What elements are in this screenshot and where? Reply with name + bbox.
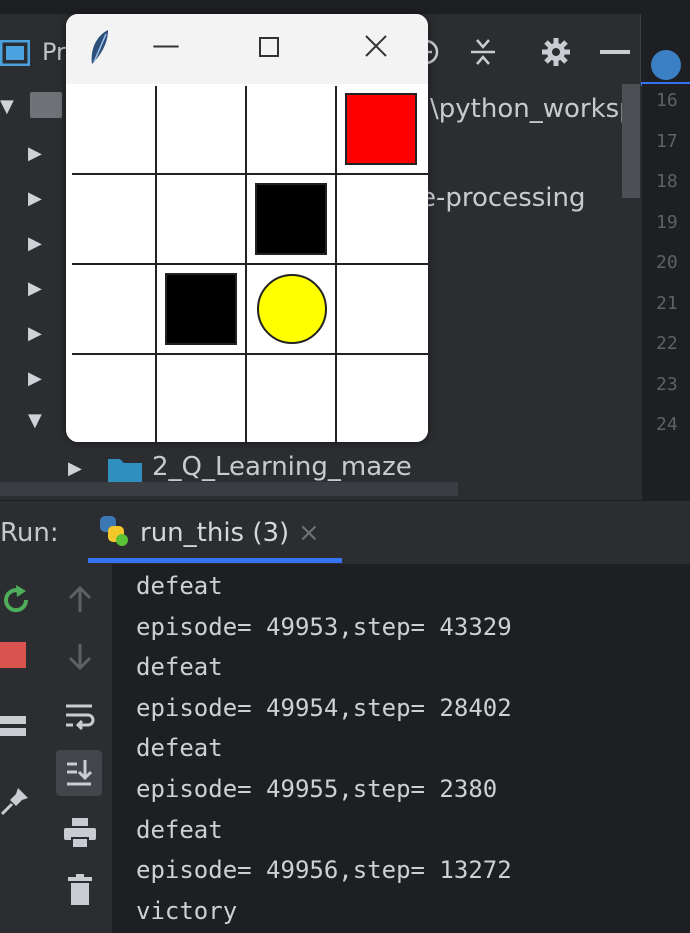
agent-circle — [257, 274, 327, 344]
line-number: 16 — [656, 90, 678, 111]
console-line: victory — [136, 896, 238, 925]
editor-gutter: 16 17 18 19 20 21 22 23 24 — [642, 84, 690, 500]
run-tab-active-indicator — [88, 558, 342, 563]
console-line: episode= 49953,step= 43329 — [136, 612, 512, 641]
run-panel-label: Run: — [0, 518, 59, 548]
minimize-icon[interactable]: — — [152, 28, 180, 61]
pin-icon[interactable] — [0, 786, 30, 816]
python-icon — [100, 516, 128, 546]
tk-title-bar[interactable]: — — [66, 14, 428, 84]
obstacle-cell — [165, 273, 237, 345]
line-number: 17 — [656, 130, 678, 152]
line-number: 18 — [656, 171, 678, 192]
line-number: 19 — [656, 211, 678, 233]
console-line: episode= 49956,step= 13272 — [136, 856, 512, 885]
collapse-all-icon[interactable] — [468, 36, 498, 68]
window-top-strip — [0, 0, 690, 14]
tree-item-maze[interactable]: 2_Q_Learning_maze — [152, 452, 412, 482]
console-line: defeat — [136, 734, 223, 763]
tree-arrow-expanded-icon[interactable]: ▼ — [28, 410, 42, 431]
tree-arrow-collapsed-icon[interactable]: ▶ — [28, 143, 42, 164]
close-icon[interactable] — [364, 34, 388, 58]
feather-icon — [91, 30, 108, 64]
run-left-toolbar — [0, 564, 48, 933]
project-panel-label[interactable]: Pr — [42, 38, 66, 66]
soft-wrap-icon[interactable] — [64, 700, 96, 732]
rerun-icon[interactable] — [0, 584, 32, 616]
scroll-to-end-button[interactable] — [56, 750, 102, 796]
line-number: 23 — [656, 373, 678, 395]
tree-arrow-collapsed-icon[interactable]: ▶ — [68, 458, 82, 479]
maze-canvas[interactable] — [72, 86, 428, 442]
line-number: 21 — [656, 292, 678, 314]
run-tab-label[interactable]: run_this (3) — [140, 518, 289, 548]
line-number: 22 — [656, 333, 678, 354]
editor-tab[interactable] — [640, 14, 690, 86]
vertical-scrollbar[interactable] — [622, 84, 640, 198]
tree-arrow-collapsed-icon[interactable]: ▶ — [28, 233, 42, 254]
close-tab-icon[interactable]: × — [298, 518, 320, 548]
hide-panel-icon[interactable] — [600, 48, 630, 56]
tree-arrow-collapsed-icon[interactable]: ▶ — [28, 368, 42, 389]
line-number: 24 — [656, 414, 678, 435]
folder-icon — [30, 92, 62, 118]
tk-maze-window[interactable]: — — [66, 14, 428, 442]
tree-arrow-collapsed-icon[interactable]: ▶ — [28, 188, 42, 209]
tree-arrow-collapsed-icon[interactable]: ▶ — [28, 323, 42, 344]
console-line: episode= 49954,step= 28402 — [136, 693, 512, 722]
tree-arrow-expanded-icon[interactable]: ▼ — [0, 96, 14, 117]
line-number: 20 — [656, 252, 678, 273]
console-line: defeat — [136, 653, 223, 682]
console-line: defeat — [136, 572, 223, 600]
trash-icon[interactable] — [66, 874, 94, 906]
obstacle-cell — [255, 183, 327, 255]
horizontal-scrollbar[interactable] — [0, 482, 458, 496]
console-output[interactable]: defeat episode= 49953,step= 43329 defeat ep… — [112, 564, 690, 933]
gear-icon[interactable] — [540, 36, 572, 68]
layout-icon[interactable] — [0, 712, 30, 740]
tree-arrow-collapsed-icon[interactable]: ▶ — [28, 278, 42, 299]
folder-icon — [108, 459, 142, 482]
project-panel-icon[interactable] — [0, 40, 30, 66]
tree-item-processing[interactable]: e-processing — [420, 183, 586, 213]
down-arrow-icon[interactable] — [66, 642, 94, 672]
stop-icon[interactable] — [0, 642, 26, 668]
up-arrow-icon[interactable] — [66, 584, 94, 614]
tree-path-text[interactable]: \python_worksp — [430, 94, 636, 124]
print-icon[interactable] — [64, 818, 96, 848]
console-line: defeat — [136, 815, 223, 844]
scroll-to-end-icon — [67, 760, 93, 786]
python-file-icon — [651, 50, 681, 80]
console-line: episode= 49955,step= 2380 — [136, 775, 498, 803]
goal-cell — [345, 93, 417, 165]
maximize-icon[interactable] — [258, 36, 280, 58]
